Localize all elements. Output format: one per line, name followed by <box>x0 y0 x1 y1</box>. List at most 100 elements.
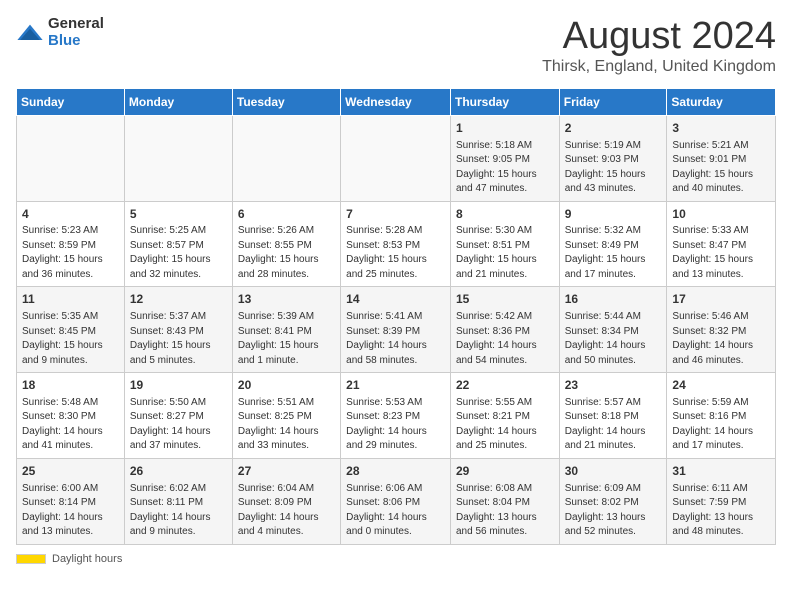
day-number: 30 <box>565 463 662 480</box>
logo: General Blue <box>16 16 104 49</box>
calendar-cell: 28Sunrise: 6:06 AM Sunset: 8:06 PM Dayli… <box>341 458 451 544</box>
day-number: 17 <box>672 291 770 308</box>
calendar-cell: 23 Sunrise: 5:57 AM Sunset: 8:18 PM Dayli… <box>559 373 667 459</box>
calendar-cell: 9Sunrise: 5:32 AM Sunset: 8:49 PM Daylig… <box>559 201 667 287</box>
calendar-week-row: 4Sunrise: 5:23 AM Sunset: 8:59 PM Daylig… <box>17 201 776 287</box>
calendar-cell: 15Sunrise: 5:42 AM Sunset: 8:36 PM Dayli… <box>450 287 559 373</box>
calendar-cell: 16 Sunrise: 5:44 AM Sunset: 8:34 PM Dayli… <box>559 287 667 373</box>
day-number: 24 <box>672 377 770 394</box>
day-info: Sunrise: 5:37 AM Sunset: 8:43 PM Dayligh… <box>130 310 227 368</box>
weekday-header-cell: Wednesday <box>341 88 451 115</box>
day-number: 6 <box>238 206 335 223</box>
day-info: Sunrise: 6:11 AM Sunset: 7:59 PM Dayligh… <box>672 482 770 540</box>
weekday-header-cell: Monday <box>124 88 232 115</box>
day-number: 10 <box>672 206 770 223</box>
day-number: 22 <box>456 377 554 394</box>
day-number: 29 <box>456 463 554 480</box>
weekday-header-cell: Thursday <box>450 88 559 115</box>
day-number: 18 <box>22 377 119 394</box>
calendar-cell: 7Sunrise: 5:28 AM Sunset: 8:53 PM Daylig… <box>341 201 451 287</box>
logo-icon <box>16 19 44 47</box>
calendar-cell: 4Sunrise: 5:23 AM Sunset: 8:59 PM Daylig… <box>17 201 125 287</box>
weekday-header-cell: Tuesday <box>232 88 340 115</box>
calendar-cell: 14 Sunrise: 5:41 AM Sunset: 8:39 PM Dayli… <box>341 287 451 373</box>
calendar-cell: 8Sunrise: 5:30 AM Sunset: 8:51 PM Daylig… <box>450 201 559 287</box>
day-info: Sunrise: 5:55 AM Sunset: 8:21 PM Dayligh… <box>456 396 554 454</box>
day-info: Sunrise: 5:57 AM Sunset: 8:18 PM Dayligh… <box>565 396 662 454</box>
day-info: Sunrise: 5:35 AM Sunset: 8:45 PM Dayligh… <box>22 310 119 368</box>
calendar-cell: 5Sunrise: 5:25 AM Sunset: 8:57 PM Daylig… <box>124 201 232 287</box>
day-info: Sunrise: 5:21 AM Sunset: 9:01 PM Dayligh… <box>672 139 770 197</box>
day-info: Sunrise: 5:41 AM Sunset: 8:39 PM Dayligh… <box>346 310 445 368</box>
day-info: Sunrise: 5:18 AM Sunset: 9:05 PM Dayligh… <box>456 139 554 197</box>
day-number: 27 <box>238 463 335 480</box>
calendar-cell: 31Sunrise: 6:11 AM Sunset: 7:59 PM Dayli… <box>667 458 776 544</box>
calendar-cell: 24 Sunrise: 5:59 AM Sunset: 8:16 PM Dayli… <box>667 373 776 459</box>
calendar-cell <box>124 115 232 201</box>
calendar-cell: 10Sunrise: 5:33 AM Sunset: 8:47 PM Dayli… <box>667 201 776 287</box>
footer-note: Daylight hours <box>16 553 776 565</box>
day-number: 19 <box>130 377 227 394</box>
calendar-cell: 6Sunrise: 5:26 AM Sunset: 8:55 PM Daylig… <box>232 201 340 287</box>
calendar-week-row: 18 Sunrise: 5:48 AM Sunset: 8:30 PM Dayli… <box>17 373 776 459</box>
logo-general-text: General <box>48 16 104 33</box>
calendar-body: 1Sunrise: 5:18 AM Sunset: 9:05 PM Daylig… <box>17 115 776 544</box>
weekday-header-cell: Saturday <box>667 88 776 115</box>
day-number: 13 <box>238 291 335 308</box>
calendar-cell <box>17 115 125 201</box>
day-info: Sunrise: 6:02 AM Sunset: 8:11 PM Dayligh… <box>130 482 227 540</box>
day-number: 5 <box>130 206 227 223</box>
day-number: 20 <box>238 377 335 394</box>
calendar-cell: 17 Sunrise: 5:46 AM Sunset: 8:32 PM Dayli… <box>667 287 776 373</box>
logo-text: General Blue <box>48 16 104 49</box>
day-number: 28 <box>346 463 445 480</box>
calendar-cell: 12 Sunrise: 5:37 AM Sunset: 8:43 PM Dayli… <box>124 287 232 373</box>
day-info: Sunrise: 6:08 AM Sunset: 8:04 PM Dayligh… <box>456 482 554 540</box>
day-number: 14 <box>346 291 445 308</box>
day-info: Sunrise: 5:30 AM Sunset: 8:51 PM Dayligh… <box>456 224 554 282</box>
day-number: 3 <box>672 120 770 137</box>
day-info: Sunrise: 5:26 AM Sunset: 8:55 PM Dayligh… <box>238 224 335 282</box>
day-info: Sunrise: 5:53 AM Sunset: 8:23 PM Dayligh… <box>346 396 445 454</box>
weekday-header-cell: Friday <box>559 88 667 115</box>
day-number: 11 <box>22 291 119 308</box>
title-section: August 2024 Thirsk, England, United King… <box>542 16 776 76</box>
daylight-bar-icon <box>16 554 46 564</box>
day-info: Sunrise: 5:39 AM Sunset: 8:41 PM Dayligh… <box>238 310 335 368</box>
day-info: Sunrise: 5:59 AM Sunset: 8:16 PM Dayligh… <box>672 396 770 454</box>
calendar-week-row: 25Sunrise: 6:00 AM Sunset: 8:14 PM Dayli… <box>17 458 776 544</box>
day-info: Sunrise: 6:04 AM Sunset: 8:09 PM Dayligh… <box>238 482 335 540</box>
calendar-cell: 18 Sunrise: 5:48 AM Sunset: 8:30 PM Dayli… <box>17 373 125 459</box>
day-info: Sunrise: 5:50 AM Sunset: 8:27 PM Dayligh… <box>130 396 227 454</box>
calendar-cell: 1Sunrise: 5:18 AM Sunset: 9:05 PM Daylig… <box>450 115 559 201</box>
calendar-cell: 30Sunrise: 6:09 AM Sunset: 8:02 PM Dayli… <box>559 458 667 544</box>
day-number: 16 <box>565 291 662 308</box>
day-info: Sunrise: 5:33 AM Sunset: 8:47 PM Dayligh… <box>672 224 770 282</box>
calendar-week-row: 1Sunrise: 5:18 AM Sunset: 9:05 PM Daylig… <box>17 115 776 201</box>
day-number: 23 <box>565 377 662 394</box>
day-number: 26 <box>130 463 227 480</box>
day-info: Sunrise: 5:23 AM Sunset: 8:59 PM Dayligh… <box>22 224 119 282</box>
day-number: 7 <box>346 206 445 223</box>
calendar-cell: 3 Sunrise: 5:21 AM Sunset: 9:01 PM Daylig… <box>667 115 776 201</box>
calendar-cell: 13 Sunrise: 5:39 AM Sunset: 8:41 PM Dayli… <box>232 287 340 373</box>
day-info: Sunrise: 5:44 AM Sunset: 8:34 PM Dayligh… <box>565 310 662 368</box>
day-number: 4 <box>22 206 119 223</box>
weekday-header-cell: Sunday <box>17 88 125 115</box>
day-number: 12 <box>130 291 227 308</box>
day-info: Sunrise: 5:48 AM Sunset: 8:30 PM Dayligh… <box>22 396 119 454</box>
calendar-cell: 29 Sunrise: 6:08 AM Sunset: 8:04 PM Dayli… <box>450 458 559 544</box>
calendar-cell <box>232 115 340 201</box>
calendar-week-row: 11 Sunrise: 5:35 AM Sunset: 8:45 PM Dayli… <box>17 287 776 373</box>
day-info: Sunrise: 5:25 AM Sunset: 8:57 PM Dayligh… <box>130 224 227 282</box>
calendar-cell: 25Sunrise: 6:00 AM Sunset: 8:14 PM Dayli… <box>17 458 125 544</box>
day-info: Sunrise: 5:32 AM Sunset: 8:49 PM Dayligh… <box>565 224 662 282</box>
calendar-cell: 26 Sunrise: 6:02 AM Sunset: 8:11 PM Dayli… <box>124 458 232 544</box>
day-number: 21 <box>346 377 445 394</box>
calendar-cell: 19 Sunrise: 5:50 AM Sunset: 8:27 PM Dayli… <box>124 373 232 459</box>
daylight-label: Daylight hours <box>52 553 122 565</box>
day-info: Sunrise: 5:46 AM Sunset: 8:32 PM Dayligh… <box>672 310 770 368</box>
day-number: 25 <box>22 463 119 480</box>
header: General Blue August 2024 Thirsk, England… <box>16 16 776 76</box>
day-number: 2 <box>565 120 662 137</box>
